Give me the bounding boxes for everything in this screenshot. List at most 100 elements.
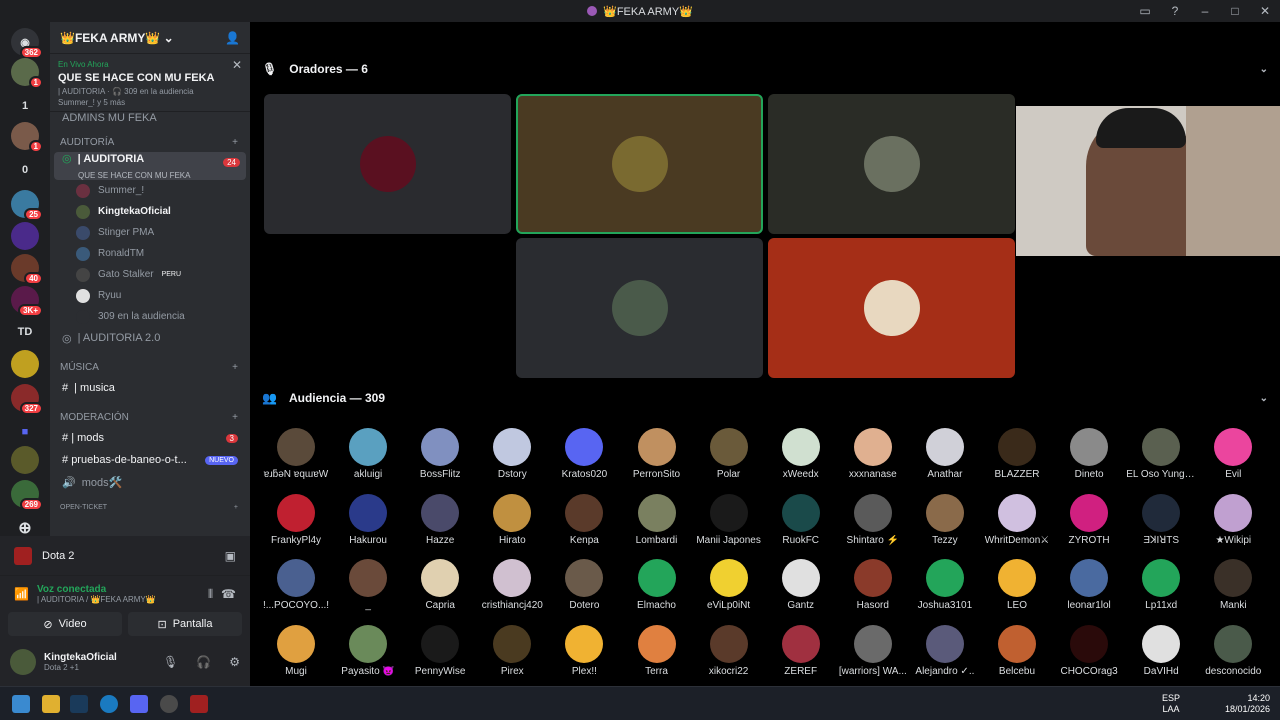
audience-member[interactable]: xxxnanase: [838, 428, 908, 480]
audience-member[interactable]: cristhiancj420: [477, 559, 547, 611]
audience-member[interactable]: Lombardi: [622, 493, 692, 546]
voice-user[interactable]: Ryuu: [50, 285, 250, 306]
voice-user[interactable]: Stinger PMA: [50, 222, 250, 243]
camera-video-tile[interactable]: [1016, 106, 1280, 256]
audience-member[interactable]: Pirex: [477, 624, 547, 677]
server-icon[interactable]: 327: [11, 384, 43, 415]
server-text-icon[interactable]: 1: [11, 92, 39, 120]
category-ticket[interactable]: OPEN-TICKET +: [50, 497, 250, 517]
server-icon[interactable]: 40: [11, 254, 43, 285]
audience-member[interactable]: Manki: [1198, 559, 1268, 611]
audience-member[interactable]: ƎꓘIꓤTS: [1126, 493, 1196, 546]
speaker-tile[interactable]: [516, 238, 763, 378]
speaker-tile[interactable]: [264, 94, 511, 234]
dota-icon[interactable]: [190, 695, 208, 713]
language-indicator[interactable]: ESP LAA: [1162, 693, 1180, 715]
username[interactable]: KingtekaOficial: [44, 652, 155, 663]
audience-member[interactable]: Tezzy: [910, 493, 980, 546]
audience-member[interactable]: Terra: [622, 624, 692, 677]
audience-member[interactable]: Kratos020: [549, 428, 619, 480]
audience-member[interactable]: Lp11xd: [1126, 559, 1196, 611]
channel-mods[interactable]: # | mods 3: [54, 427, 246, 449]
minimize-button[interactable]: –: [1190, 4, 1220, 18]
audience-member[interactable]: Polar: [694, 428, 764, 480]
audience-member[interactable]: Payasito 👿: [333, 624, 403, 677]
audience-member[interactable]: Hazze: [405, 493, 475, 546]
screen-icon[interactable]: ▣: [225, 549, 236, 563]
voice-user[interactable]: 309 en la audiencia: [50, 306, 250, 327]
audience-member[interactable]: Plex!!: [549, 624, 619, 677]
voice-user[interactable]: KingtekaOficial: [50, 201, 250, 222]
steam-icon[interactable]: [70, 695, 88, 713]
audience-member[interactable]: xikocri22: [694, 624, 764, 677]
audience-member[interactable]: PennyWise: [405, 624, 475, 677]
audience-member[interactable]: FrankyPl4y: [261, 493, 331, 546]
audience-member[interactable]: Hakurou: [333, 493, 403, 546]
audience-member[interactable]: Joshua3101: [910, 559, 980, 611]
audience-member[interactable]: Anathar: [910, 428, 980, 480]
category-auditoria[interactable]: AUDITORÍA +: [50, 132, 250, 152]
audience-member[interactable]: ɐɹƃǝN ɐqɯɐW: [261, 428, 331, 480]
edge-icon[interactable]: [100, 695, 118, 713]
speaker-tile[interactable]: [516, 94, 763, 234]
server-icon[interactable]: 1: [11, 58, 43, 89]
add-icon[interactable]: +: [232, 362, 238, 373]
live-stage-card[interactable]: En Vivo Ahora QUE SE HACE CON MU FEKA | …: [50, 54, 250, 112]
stage-channel[interactable]: ◎ | AUDITORIA 24 QUE SE HACE CON MU FEKA: [54, 152, 246, 180]
category-musica[interactable]: MÚSICA +: [50, 357, 250, 377]
audience-member[interactable]: eViLp0iNt: [694, 559, 764, 611]
audience-member[interactable]: akluigi: [333, 428, 403, 480]
category-moderacion[interactable]: MODERACIÓN +: [50, 407, 250, 427]
mic-icon[interactable]: 🎙: [163, 655, 178, 669]
channel-pruebas[interactable]: # pruebas-de-baneo-o-t... NUEVO: [54, 449, 246, 471]
channel-mods2[interactable]: 🔊 mods🛠️: [54, 471, 246, 493]
close-icon[interactable]: ✕: [232, 58, 242, 72]
audience-member[interactable]: Dotero: [549, 559, 619, 611]
audience-member[interactable]: leonar1lol: [1054, 559, 1124, 611]
audience-member[interactable]: ZYROTH: [1054, 493, 1124, 546]
audience-member[interactable]: Shintaro ⚡: [838, 493, 908, 546]
audience-member[interactable]: Hirato: [477, 493, 547, 546]
audience-member[interactable]: Elmacho: [622, 559, 692, 611]
audience-member[interactable]: WhritDemon⚔: [982, 493, 1052, 546]
add-icon[interactable]: +: [234, 504, 238, 511]
folder-icon[interactable]: ■: [11, 418, 39, 446]
voice-sub[interactable]: | AUDITORIA / 👑FEKA ARMY👑: [37, 595, 200, 604]
channel-auditoria2[interactable]: ◎ | AUDITORIA 2.0: [54, 327, 246, 349]
server-icon[interactable]: 25: [11, 190, 43, 221]
audience-member[interactable]: Dineto: [1054, 428, 1124, 480]
settings-icon[interactable]: ⚙: [229, 655, 240, 669]
avatar[interactable]: [10, 649, 36, 675]
voice-status[interactable]: Voz conectada: [37, 584, 200, 595]
audience-member[interactable]: Hasord: [838, 559, 908, 611]
inbox-icon[interactable]: ▭: [1130, 4, 1160, 18]
clock[interactable]: 14:20 18/01/2026: [1225, 693, 1270, 715]
audience-member[interactable]: Gantz: [766, 559, 836, 611]
audience-member[interactable]: _: [333, 559, 403, 611]
audience-member[interactable]: EL Oso Yungu...: [1126, 428, 1196, 480]
audience-member[interactable]: !...POCOYO...!: [261, 559, 331, 611]
file-explorer-icon[interactable]: [42, 695, 60, 713]
audience-member[interactable]: BLAZZER: [982, 428, 1052, 480]
audience-member[interactable]: Alejandro ✓..: [910, 624, 980, 677]
chevron-down-icon[interactable]: ⌄: [1260, 64, 1268, 75]
invite-icon[interactable]: 👤: [225, 31, 240, 45]
server-text-icon[interactable]: TD: [11, 318, 39, 346]
signal-icon[interactable]: 📶: [14, 587, 29, 601]
home-button[interactable]: ◉ 362: [11, 28, 43, 59]
audience-member[interactable]: xWeedx: [766, 428, 836, 480]
soundboard-icon[interactable]: ⫴: [208, 587, 213, 602]
maximize-button[interactable]: □: [1220, 4, 1250, 18]
discord-icon[interactable]: [130, 695, 148, 713]
chevron-down-icon[interactable]: ⌄: [1260, 393, 1268, 404]
voice-user[interactable]: Summer_!: [50, 180, 250, 201]
audience-member[interactable]: Mugi: [261, 624, 331, 677]
speaker-tile[interactable]: [768, 94, 1015, 234]
audience-member[interactable]: Belcebu: [982, 624, 1052, 677]
start-icon[interactable]: [12, 695, 30, 713]
voice-user[interactable]: Gato Stalker PERU: [50, 264, 250, 285]
server-text-icon[interactable]: 0: [11, 156, 39, 184]
add-icon[interactable]: +: [232, 412, 238, 423]
server-icon[interactable]: 3K+: [11, 286, 43, 317]
audience-member[interactable]: PerronSito: [622, 428, 692, 480]
